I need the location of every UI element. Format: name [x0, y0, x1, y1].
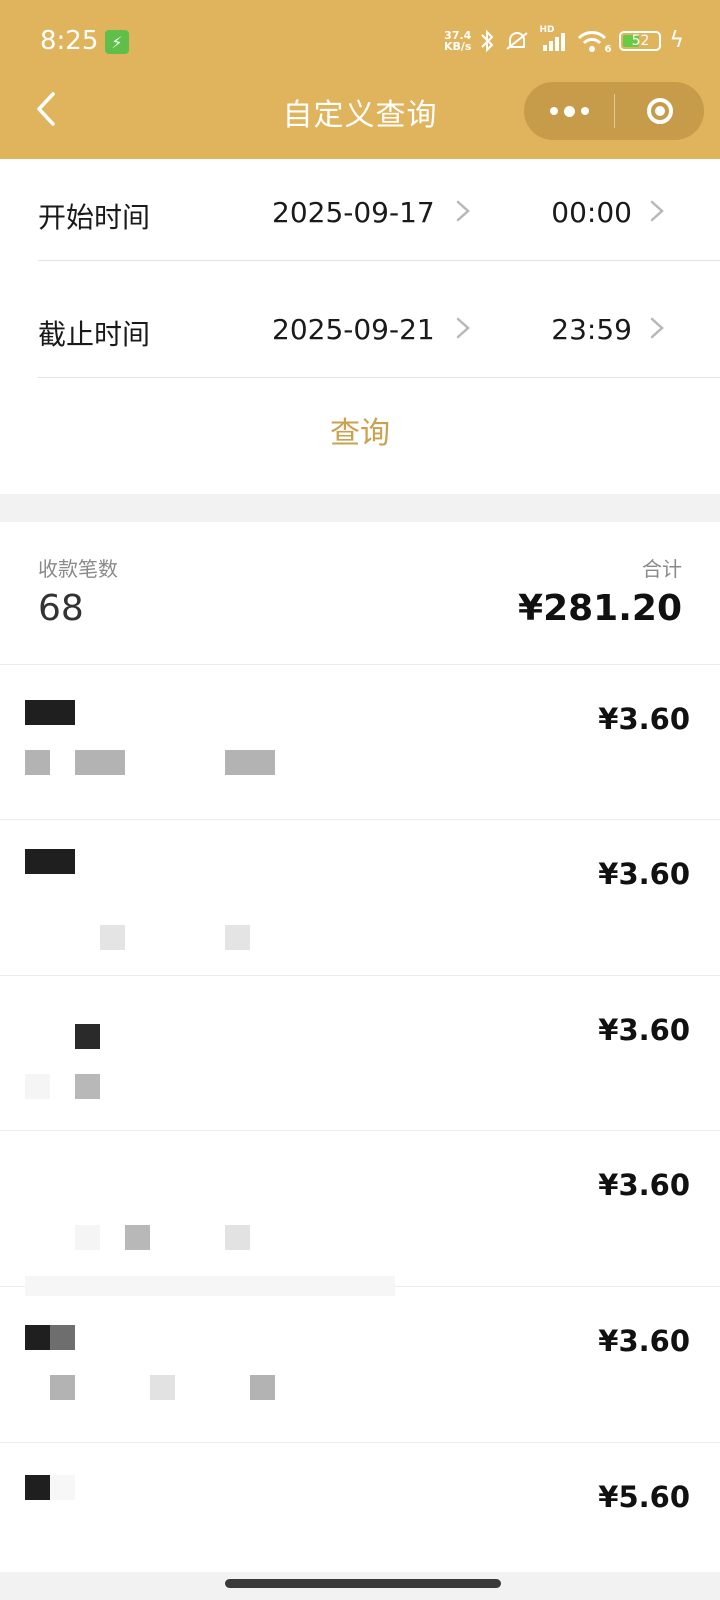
start-time-row: 开始时间 2025-09-17 00:00 — [38, 160, 720, 276]
status-time: 8:25 — [40, 26, 99, 56]
network-speed-unit: KB/s — [444, 40, 472, 53]
navigation-bar: 自定义查询 — [0, 72, 720, 148]
payment-count-value: 68 — [38, 588, 84, 629]
header-bar: 8:25 ⚡ 37.4 KB/s HD 6 52 ϟ 自定义查询 — [0, 0, 720, 159]
signal-icon: HD — [539, 25, 569, 53]
record-divider — [0, 1442, 720, 1443]
list-item[interactable]: ¥3.60 — [0, 819, 720, 974]
target-circle-icon — [646, 98, 673, 124]
payment-count-label: 收款笔数 — [38, 557, 118, 581]
charging-badge-icon: ⚡ — [105, 30, 129, 54]
redacted-block — [50, 1475, 75, 1500]
wifi-icon: 6 — [577, 29, 612, 55]
redacted-block — [25, 1074, 50, 1099]
section-separator — [0, 494, 720, 522]
home-indicator[interactable] — [225, 1579, 501, 1588]
redacted-block — [100, 925, 125, 950]
redacted-block — [225, 1225, 250, 1250]
redacted-block — [25, 750, 50, 775]
status-icons: 37.4 KB/s HD 6 52 ϟ — [444, 25, 684, 56]
divider — [38, 260, 720, 261]
network-speed: 37.4 KB/s — [444, 30, 471, 52]
more-dot-center — [563, 105, 575, 117]
record-amount: ¥3.60 — [598, 1324, 690, 1358]
muted-bell-icon — [506, 32, 529, 50]
end-time-row: 截止时间 2025-09-21 23:59 — [38, 277, 720, 393]
end-time-label: 截止时间 — [38, 318, 151, 351]
redacted-block — [75, 1074, 100, 1099]
end-date-picker[interactable]: 2025-09-21 — [272, 313, 435, 346]
more-dot-right — [580, 107, 589, 115]
redacted-block — [150, 1375, 175, 1400]
redacted-block — [125, 1225, 150, 1250]
query-button[interactable]: 查询 — [0, 380, 720, 480]
chevron-right-icon — [456, 200, 470, 222]
redacted-block — [75, 750, 125, 775]
redacted-block — [75, 1225, 100, 1250]
list-item[interactable]: ¥3.60 — [0, 664, 720, 819]
record-amount: ¥3.60 — [598, 1013, 690, 1047]
record-amount: ¥3.60 — [598, 1168, 690, 1202]
chevron-right-icon — [456, 317, 470, 339]
record-divider — [0, 664, 720, 665]
redacted-block — [25, 1475, 50, 1500]
start-time-picker[interactable]: 00:00 — [551, 196, 632, 229]
redacted-block — [25, 849, 75, 874]
list-item[interactable]: ¥3.60 — [0, 1130, 720, 1285]
redacted-block — [75, 1024, 100, 1049]
bluetooth-icon — [481, 29, 494, 53]
chevron-right-icon — [650, 317, 664, 339]
more-dots-icon — [549, 107, 558, 115]
more-button[interactable] — [524, 82, 614, 140]
total-amount: ¥281.20 — [518, 588, 682, 629]
record-amount: ¥3.60 — [598, 857, 690, 891]
battery-icon: 52 — [619, 31, 662, 51]
record-amount: ¥3.60 — [598, 702, 690, 736]
record-divider — [0, 1130, 720, 1131]
chevron-right-icon — [650, 200, 664, 222]
target-circle-dot — [654, 106, 665, 116]
start-time-label: 开始时间 — [38, 201, 151, 234]
record-divider — [0, 819, 720, 820]
redacted-block — [25, 700, 75, 725]
close-mini-program-button[interactable] — [615, 82, 704, 140]
redacted-block — [250, 1375, 275, 1400]
list-item[interactable]: ¥3.60 — [0, 1276, 720, 1441]
end-time-picker[interactable]: 23:59 — [551, 313, 632, 346]
redacted-block — [225, 925, 250, 950]
redacted-block — [25, 1276, 395, 1296]
mini-program-capsule — [524, 82, 704, 140]
redacted-block — [50, 1375, 75, 1400]
record-amount: ¥5.60 — [598, 1480, 690, 1514]
list-item[interactable]: ¥3.60 — [0, 975, 720, 1130]
record-divider — [0, 975, 720, 976]
divider — [38, 377, 720, 378]
wifi-label: 6 — [604, 44, 612, 55]
redacted-block — [225, 750, 275, 775]
redacted-block — [50, 1325, 75, 1350]
total-label: 合计 — [642, 557, 682, 581]
start-date-picker[interactable]: 2025-09-17 — [272, 196, 435, 229]
charging-icon: ϟ — [669, 28, 684, 53]
redacted-block — [25, 1325, 50, 1350]
battery-percent: 52 — [631, 33, 650, 49]
